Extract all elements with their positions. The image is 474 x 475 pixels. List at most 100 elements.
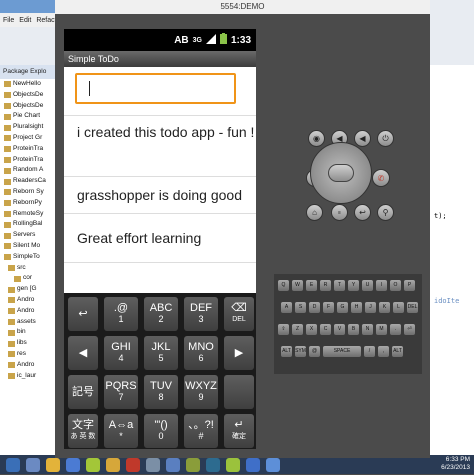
end-call-button[interactable]: ✆ <box>372 169 390 187</box>
todo-list-item[interactable]: grasshopper is doing good <box>64 177 256 214</box>
hardware-key[interactable]: J <box>365 302 376 313</box>
hardware-key[interactable]: X <box>306 324 317 335</box>
tree-item[interactable]: NewHello <box>0 79 60 90</box>
keyboard-key[interactable]: ▶ <box>224 336 254 370</box>
todo-list-item[interactable]: i created this todo app - fun ! <box>64 116 256 177</box>
tree-item[interactable]: gen [G <box>0 284 60 295</box>
hardware-key[interactable]: , <box>378 346 389 357</box>
menu-edit[interactable]: Edit <box>19 17 31 24</box>
taskbar-app-icon[interactable] <box>46 457 60 472</box>
tree-item[interactable]: ObjectsDe <box>0 90 60 101</box>
keyboard-key[interactable]: ↵ 確定 <box>224 414 254 448</box>
tree-item[interactable]: ObjectsDe <box>0 101 60 112</box>
tree-item[interactable]: RebornPy <box>0 198 60 209</box>
keyboard-key[interactable]: ABC 2 <box>144 297 178 331</box>
hardware-key[interactable]: L <box>393 302 404 313</box>
hardware-key[interactable]: O <box>390 280 401 291</box>
todo-list-item[interactable]: Great effort learning <box>64 214 256 263</box>
keyboard-key[interactable] <box>224 375 254 409</box>
hardware-key[interactable]: Z <box>292 324 303 335</box>
hardware-key[interactable]: A <box>281 302 292 313</box>
new-item-input[interactable] <box>75 73 236 104</box>
power-button[interactable]: ⏻ <box>377 130 394 147</box>
keyboard-key[interactable]: ⌫ DEL <box>224 297 254 331</box>
hardware-key[interactable]: K <box>379 302 390 313</box>
hardware-key[interactable]: P <box>404 280 415 291</box>
taskbar-app-icon[interactable] <box>246 457 260 472</box>
camera-button[interactable]: ◉ <box>308 130 325 147</box>
hardware-key[interactable]: T <box>334 280 345 291</box>
hardware-key[interactable]: . <box>390 324 401 335</box>
tree-item[interactable]: bin <box>0 327 60 338</box>
keyboard-key[interactable]: WXYZ 9 <box>184 375 218 409</box>
taskbar-app-icon[interactable] <box>126 457 140 472</box>
hardware-key[interactable]: ⇧ <box>278 324 289 335</box>
hardware-key[interactable]: R <box>320 280 331 291</box>
hardware-key[interactable]: Y <box>348 280 359 291</box>
hardware-key[interactable]: E <box>306 280 317 291</box>
hardware-key[interactable]: ALT <box>392 346 403 357</box>
tree-item[interactable]: ProteinTra <box>0 144 60 155</box>
taskbar-app-icon[interactable] <box>206 457 220 472</box>
hardware-key[interactable]: Q <box>278 280 289 291</box>
dpad-center-button[interactable] <box>328 164 354 182</box>
tree-item[interactable]: RollingBal <box>0 219 60 230</box>
tree-item[interactable]: Andro <box>0 360 60 371</box>
taskbar-app-icon[interactable] <box>226 457 240 472</box>
hardware-key[interactable]: ⏎ <box>404 324 415 335</box>
taskbar-app-icon[interactable] <box>106 457 120 472</box>
hardware-key[interactable]: B <box>348 324 359 335</box>
hardware-key[interactable]: I <box>376 280 387 291</box>
hardware-key[interactable]: ALT <box>281 346 292 357</box>
menu-file[interactable]: File <box>3 17 14 24</box>
tree-item[interactable]: assets <box>0 317 60 328</box>
keyboard-key[interactable]: JKL 5 <box>144 336 178 370</box>
hardware-key[interactable]: V <box>334 324 345 335</box>
system-tray-clock[interactable]: 6:33 PM 6/23/2013 <box>441 455 470 475</box>
package-explorer-tab[interactable]: Package Explo <box>0 65 60 79</box>
taskbar-app-icon[interactable] <box>66 457 80 472</box>
search-button[interactable]: ⚲ <box>377 204 394 221</box>
hardware-key[interactable]: F <box>323 302 334 313</box>
tree-item[interactable]: res <box>0 349 60 360</box>
hardware-key[interactable]: @ <box>309 346 320 357</box>
tree-item[interactable]: Pluralsight <box>0 122 60 133</box>
keyboard-key[interactable]: TUV 8 <box>144 375 178 409</box>
tree-item[interactable]: src <box>0 263 60 274</box>
hardware-key[interactable]: H <box>351 302 362 313</box>
taskbar-app-icon[interactable] <box>86 457 100 472</box>
tree-item[interactable]: Reborn Sy <box>0 187 60 198</box>
hardware-key[interactable]: DEL <box>407 302 418 313</box>
keyboard-key[interactable]: PQRS 7 <box>104 375 138 409</box>
hardware-key[interactable]: SPACE <box>323 346 361 357</box>
keyboard-key[interactable]: 、。?! # <box>184 414 218 448</box>
taskbar-app-icon[interactable] <box>146 457 160 472</box>
hardware-key[interactable]: S <box>295 302 306 313</box>
keyboard-key[interactable]: DEF 3 <box>184 297 218 331</box>
tree-item[interactable]: ReadersCa <box>0 176 60 187</box>
tree-item[interactable]: ProteinTra <box>0 155 60 166</box>
start-button[interactable] <box>6 457 20 472</box>
taskbar-app-icon[interactable] <box>166 457 180 472</box>
tree-item[interactable]: Project Gr <box>0 133 60 144</box>
hardware-key[interactable]: U <box>362 280 373 291</box>
volume-up-button[interactable]: ◀ <box>354 130 371 147</box>
hardware-key[interactable]: C <box>320 324 331 335</box>
hardware-key[interactable]: G <box>337 302 348 313</box>
taskbar-app-icon[interactable] <box>186 457 200 472</box>
keyboard-key[interactable]: GHI 4 <box>104 336 138 370</box>
tree-item[interactable]: Andro <box>0 306 60 317</box>
tree-item[interactable]: ic_laur <box>0 371 60 382</box>
tree-item[interactable]: SimpleTo <box>0 252 60 263</box>
taskbar-app-icon[interactable] <box>266 457 280 472</box>
tree-item[interactable]: Pie Chart <box>0 111 60 122</box>
keyboard-key[interactable]: '"() 0 <box>144 414 178 448</box>
tree-item[interactable]: libs <box>0 338 60 349</box>
tree-item[interactable]: cor <box>0 273 60 284</box>
hardware-key[interactable]: N <box>362 324 373 335</box>
dpad[interactable] <box>310 142 372 204</box>
tree-item[interactable]: RemoteSy <box>0 209 60 220</box>
hardware-key[interactable]: W <box>292 280 303 291</box>
keyboard-key[interactable]: ◀ <box>68 336 98 370</box>
keyboard-key[interactable]: 文字あ 英 数 <box>68 414 98 448</box>
